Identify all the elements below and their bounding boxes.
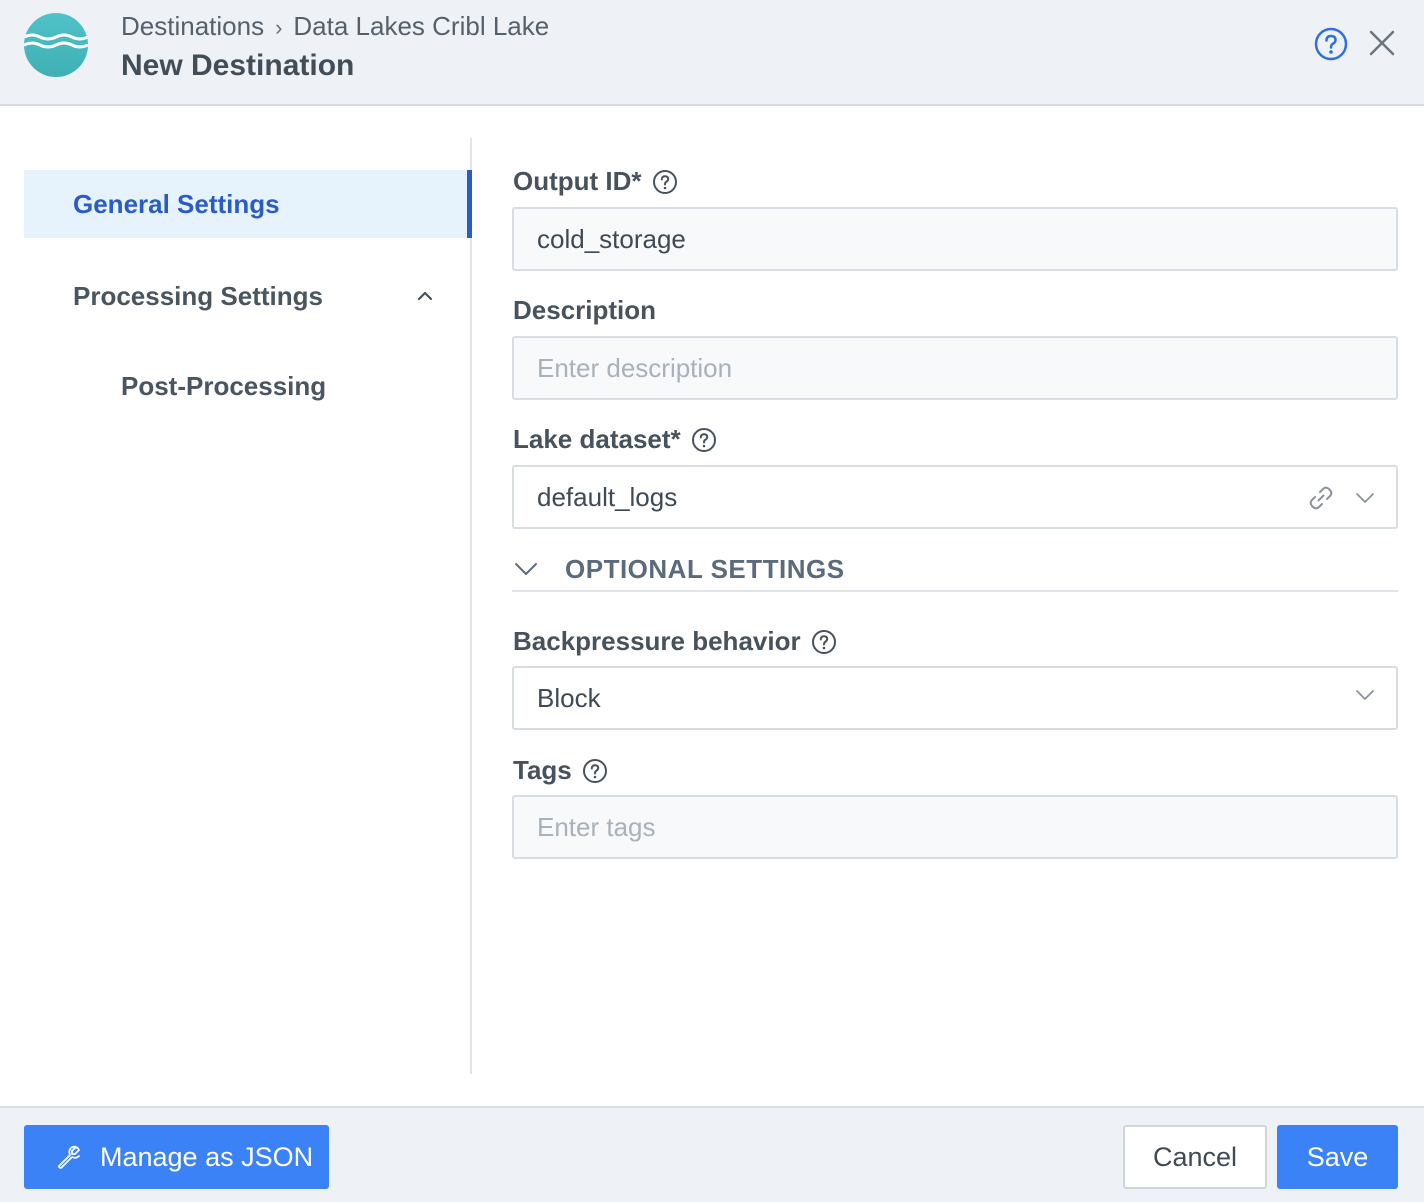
sidebar-item-label: Processing Settings	[73, 281, 323, 311]
page-title: New Destination	[121, 49, 355, 82]
tags-label: Tags	[513, 755, 608, 786]
breadcrumb-data-lakes: Data Lakes Cribl Lake	[293, 11, 550, 41]
description-input[interactable]	[512, 336, 1398, 400]
description-label-text: Description	[513, 295, 657, 325]
backpressure-label: Backpressure behavior	[513, 626, 837, 657]
output-id-label-text: Output ID*	[513, 166, 642, 196]
lake-dataset-label-text: Lake dataset*	[513, 424, 681, 454]
modal-footer: Manage as JSON Cancel Save	[0, 1106, 1424, 1202]
question-circle-icon	[1314, 27, 1348, 61]
link-icon[interactable]	[1306, 483, 1336, 513]
question-circle-icon[interactable]	[691, 427, 717, 453]
lake-dataset-select[interactable]: default_logs	[512, 465, 1398, 529]
chevron-down-icon[interactable]	[1354, 487, 1376, 509]
manage-as-json-label: Manage as JSON	[100, 1141, 314, 1172]
modal-header: Destinations › Data Lakes Cribl Lake New D…	[0, 0, 1424, 106]
output-id-input[interactable]	[512, 207, 1398, 271]
chevron-up-icon[interactable]	[415, 286, 435, 306]
optional-settings-label: OPTIONAL SETTINGS	[565, 554, 845, 584]
sidebar-divider	[470, 138, 472, 1074]
breadcrumb-destinations[interactable]: Destinations	[121, 11, 264, 41]
chevron-down-icon	[515, 563, 537, 575]
sidebar-item-label: General Settings	[73, 189, 280, 219]
cancel-button[interactable]: Cancel	[1123, 1125, 1267, 1189]
tags-input[interactable]	[512, 795, 1398, 859]
lake-dataset-value: default_logs	[537, 482, 678, 512]
sidebar-item-label: Post-Processing	[121, 371, 327, 401]
sidebar-item-processing-settings[interactable]: Processing Settings	[73, 276, 443, 316]
question-circle-icon[interactable]	[652, 169, 678, 195]
breadcrumb-separator: ›	[275, 15, 283, 40]
breadcrumb: Destinations › Data Lakes Cribl Lake	[121, 11, 549, 42]
sidebar-item-general-settings[interactable]: General Settings	[24, 170, 472, 238]
output-id-label: Output ID*	[513, 166, 678, 197]
close-button[interactable]	[1366, 27, 1398, 59]
optional-settings-toggle[interactable]: OPTIONAL SETTINGS	[512, 548, 1398, 592]
chevron-down-icon[interactable]	[1354, 684, 1376, 706]
wrench-icon	[58, 1145, 80, 1169]
save-button[interactable]: Save	[1277, 1125, 1398, 1189]
cribl-lake-logo-icon	[24, 13, 88, 77]
description-label: Description	[513, 295, 656, 326]
question-circle-icon[interactable]	[811, 629, 837, 655]
help-button[interactable]	[1314, 27, 1348, 61]
sidebar-item-post-processing[interactable]: Post-Processing	[121, 366, 326, 406]
question-circle-icon[interactable]	[582, 758, 608, 784]
backpressure-label-text: Backpressure behavior	[513, 626, 801, 656]
tags-label-text: Tags	[513, 755, 572, 785]
lake-dataset-label: Lake dataset*	[513, 424, 717, 455]
backpressure-value: Block	[537, 683, 601, 713]
manage-as-json-button[interactable]: Manage as JSON	[24, 1125, 329, 1189]
close-icon	[1369, 30, 1395, 56]
backpressure-select[interactable]: Block	[512, 666, 1398, 730]
